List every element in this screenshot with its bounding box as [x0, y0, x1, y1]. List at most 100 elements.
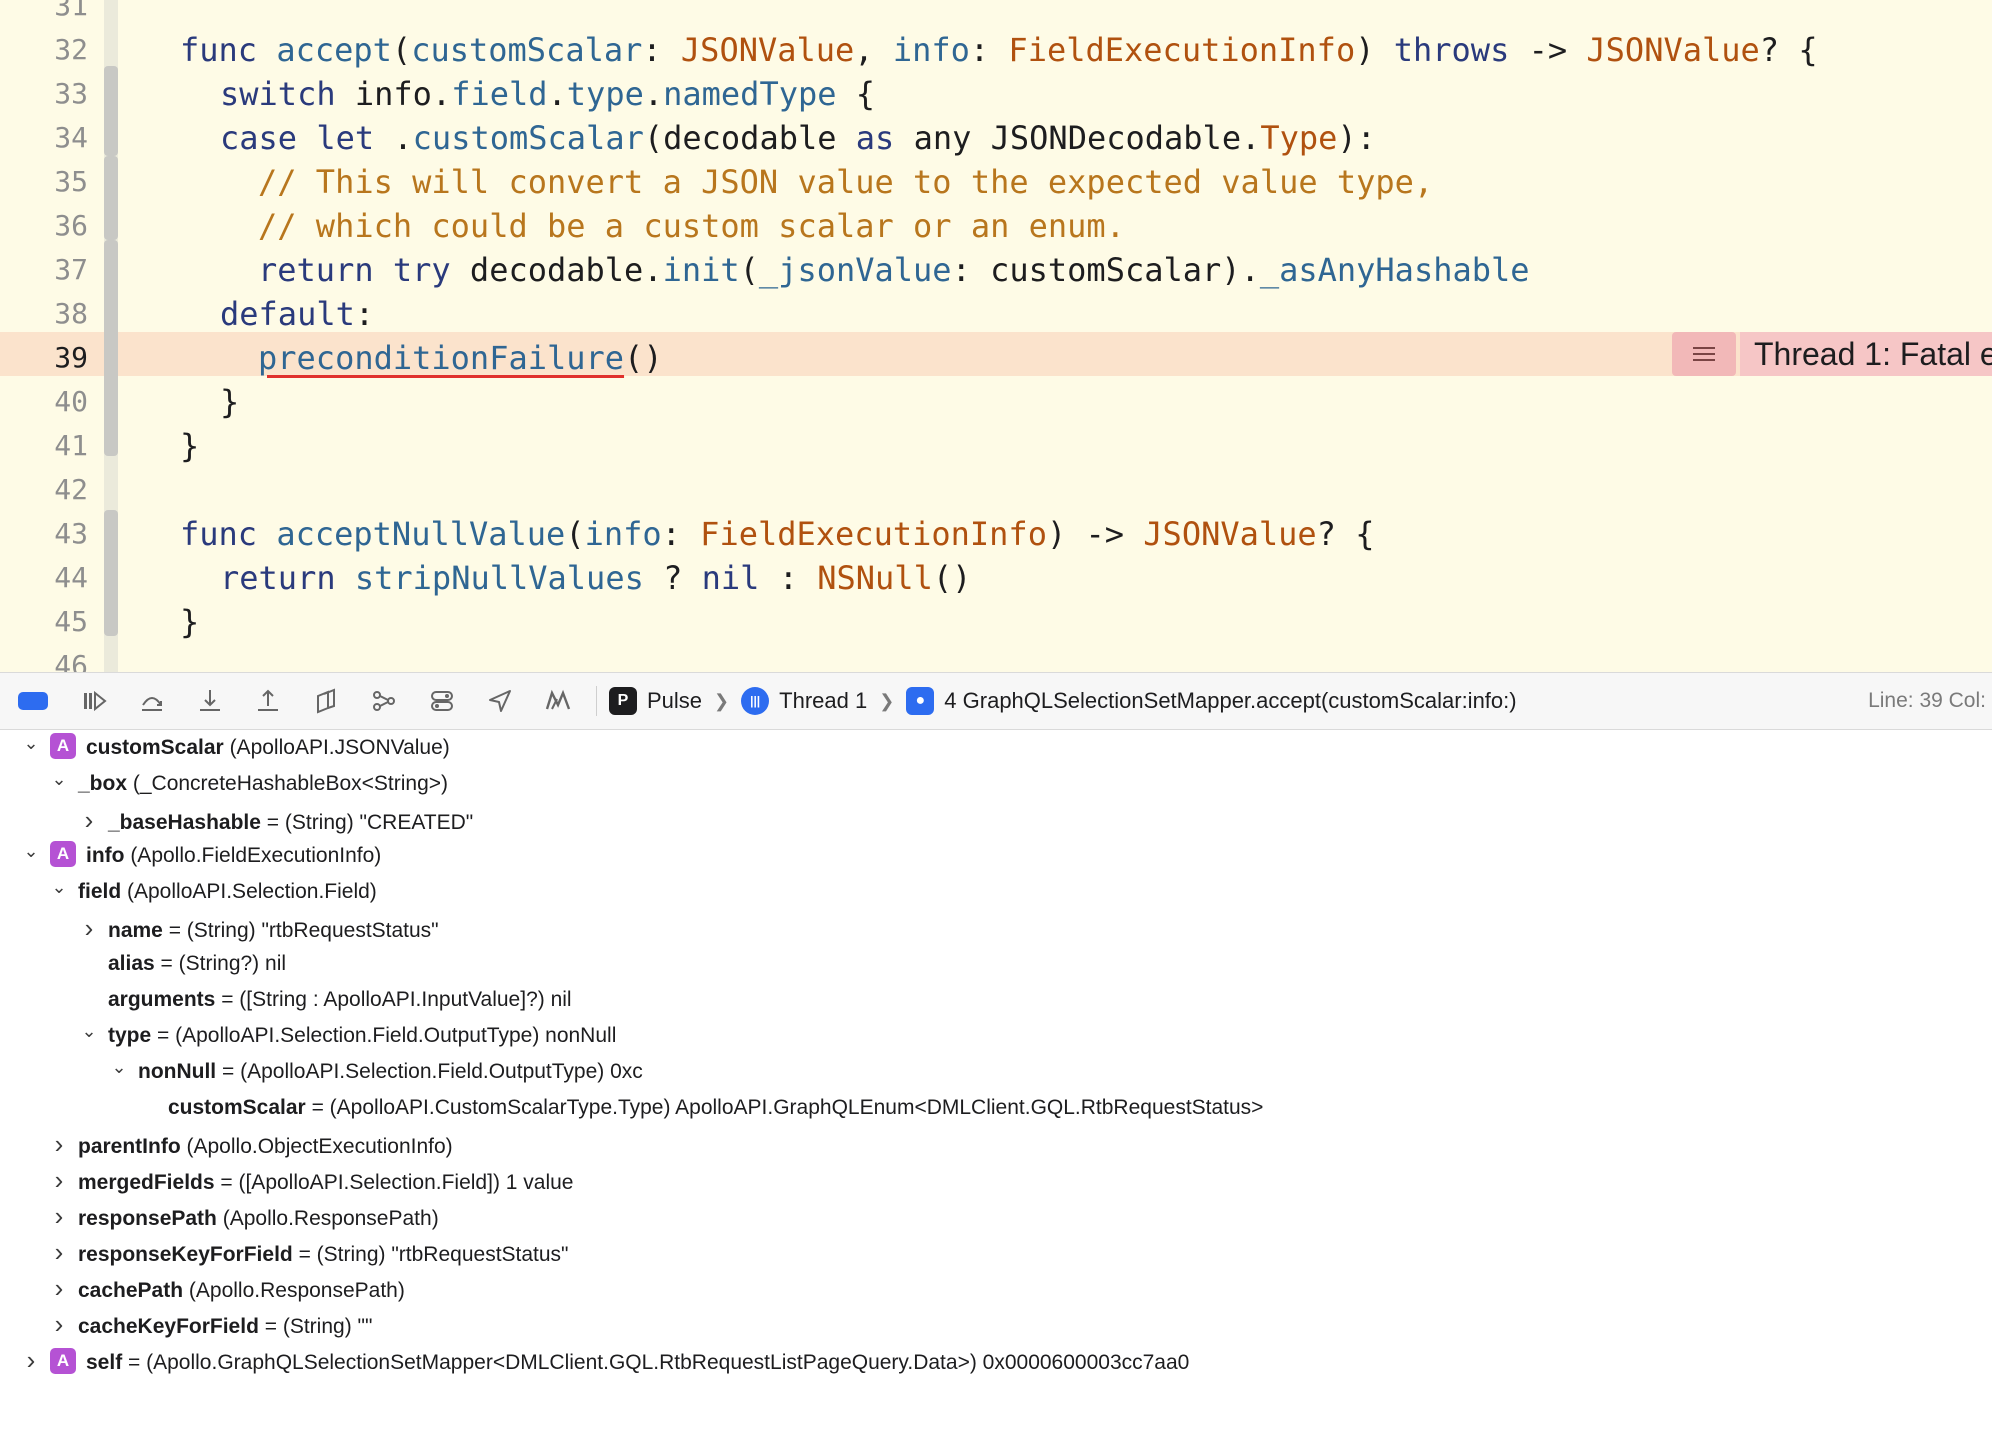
disclosure-closed-icon[interactable]: ›	[48, 1234, 70, 1270]
code-line[interactable]: return stripNullValues ? nil : NSNull()	[220, 556, 971, 600]
variable-row[interactable]: customScalar = (ApolloAPI.CustomScalarTy…	[138, 1090, 1263, 1126]
metal-debugger-button[interactable]	[542, 685, 574, 717]
variable-name: mergedFields	[78, 1171, 215, 1194]
breadcrumb-item[interactable]: P Pulse	[609, 687, 702, 715]
variable-row[interactable]: ⌄ Ainfo (Apollo.FieldExecutionInfo)	[20, 838, 381, 874]
code-token: init	[662, 251, 740, 289]
disclosure-closed-icon[interactable]: ›	[48, 1126, 70, 1162]
debug-view-hierarchy-button[interactable]	[310, 685, 342, 717]
line-number[interactable]: 31	[54, 0, 88, 28]
disclosure-closed-icon[interactable]: ›	[78, 802, 100, 838]
variable-row[interactable]: › cacheKeyForField = (String) ""	[48, 1306, 373, 1342]
variable-row[interactable]: arguments = ([String : ApolloAPI.InputVa…	[78, 982, 572, 1018]
disclosure-closed-icon[interactable]: ›	[48, 1270, 70, 1306]
line-number[interactable]: 39	[54, 336, 88, 380]
fold-marker[interactable]	[104, 240, 118, 456]
breadcrumb-item[interactable]: ● 4 GraphQLSelectionSetMapper.accept(cust…	[906, 687, 1517, 715]
step-out-button[interactable]	[252, 685, 284, 717]
disclosure-closed-icon[interactable]: ›	[48, 1162, 70, 1198]
variable-row[interactable]: › name = (String) "rtbRequestStatus"	[78, 910, 439, 946]
disclosure-open-icon[interactable]: ⌄	[48, 761, 70, 797]
variable-row[interactable]: › _baseHashable = (String) "CREATED"	[78, 802, 474, 838]
variable-type-value: (ApolloAPI.Selection.Field)	[121, 880, 377, 903]
breadcrumb-item[interactable]: ||| Thread 1	[741, 687, 867, 715]
simulate-location-button[interactable]	[484, 685, 516, 717]
line-number[interactable]: 32	[54, 28, 88, 72]
variable-name: responseKeyForField	[78, 1243, 293, 1266]
disclosure-open-icon[interactable]: ⌄	[20, 725, 42, 761]
fold-marker[interactable]	[104, 156, 118, 240]
variable-row[interactable]: ⌄ type = (ApolloAPI.Selection.Field.Outpu…	[78, 1018, 616, 1054]
variable-row[interactable]: ⌄ field (ApolloAPI.Selection.Field)	[48, 874, 377, 910]
line-number[interactable]: 40	[54, 380, 88, 424]
code-line[interactable]: return try decodable.init(_jsonValue: cu…	[258, 248, 1530, 292]
disclosure-closed-icon[interactable]: ›	[78, 910, 100, 946]
line-number[interactable]: 43	[54, 512, 88, 556]
disclosure-closed-icon[interactable]: ›	[48, 1198, 70, 1234]
code-token: }	[180, 427, 200, 465]
variable-row[interactable]: › mergedFields = ([ApolloAPI.Selection.Fi…	[48, 1162, 574, 1198]
line-number[interactable]: 35	[54, 160, 88, 204]
disclosure-closed-icon[interactable]: ›	[48, 1306, 70, 1342]
code-line[interactable]: func acceptNullValue(info: FieldExecutio…	[180, 512, 1374, 556]
line-number[interactable]: 44	[54, 556, 88, 600]
code-line[interactable]: default:	[220, 292, 374, 336]
code-editor[interactable]: 31 32 33 34 35 36 37 38 39 40 41 42 43 44 45 46 func ac…	[0, 0, 1992, 672]
variable-row[interactable]: ⌄ _box (_ConcreteHashableBox<String>)	[48, 766, 448, 802]
variable-row[interactable]: ⌄ AcustomScalar (ApolloAPI.JSONValue)	[20, 730, 450, 766]
line-number[interactable]: 46	[54, 644, 88, 672]
line-number[interactable]: 42	[54, 468, 88, 512]
line-number[interactable]: 36	[54, 204, 88, 248]
variable-row[interactable]: › responsePath (Apollo.ResponsePath)	[48, 1198, 439, 1234]
variable-name: arguments	[108, 988, 216, 1011]
environment-overrides-button[interactable]	[426, 685, 458, 717]
code-line[interactable]: }	[180, 600, 199, 644]
code-token: ()	[624, 339, 663, 377]
variable-row[interactable]: › responseKeyForField = (String) "rtbRequ…	[48, 1234, 569, 1270]
line-number[interactable]: 34	[54, 116, 88, 160]
code-token: customScalar	[411, 31, 643, 69]
step-into-icon	[200, 690, 220, 711]
disclosure-closed-icon[interactable]: ›	[20, 1342, 42, 1378]
code-line[interactable]: }	[220, 380, 239, 424]
code-token: .	[643, 75, 664, 113]
continue-button[interactable]	[78, 685, 110, 717]
variable-row[interactable]: alias = (String?) nil	[78, 946, 286, 982]
variable-row[interactable]: › cachePath (Apollo.ResponsePath)	[48, 1270, 405, 1306]
variable-row[interactable]: ⌄ nonNull = (ApolloAPI.Selection.Field.Ou…	[108, 1054, 642, 1090]
code-token: throws	[1393, 31, 1510, 69]
argument-badge-icon: A	[50, 1348, 76, 1375]
variable-row[interactable]: › parentInfo (Apollo.ObjectExecutionInfo)	[48, 1126, 453, 1162]
line-number-gutter[interactable]: 31 32 33 34 35 36 37 38 39 40 41 42 43 44 45 46	[0, 0, 104, 672]
disclosure-open-icon[interactable]: ⌄	[108, 1049, 130, 1085]
disclosure-open-icon[interactable]: ⌄	[48, 869, 70, 905]
code-token: ,	[854, 31, 893, 69]
breakpoints-toggle[interactable]	[18, 692, 48, 710]
issue-list-icon[interactable]	[1672, 332, 1736, 376]
code-line[interactable]: switch info.field.type.namedType {	[220, 72, 875, 116]
fold-marker[interactable]	[104, 510, 118, 636]
step-over-button[interactable]	[136, 685, 168, 717]
code-line[interactable]: func accept(customScalar: JSONValue, inf…	[180, 28, 1818, 72]
code-line[interactable]: // which could be a custom scalar or an …	[258, 204, 1125, 248]
variable-type-value: = (String?) nil	[154, 952, 287, 975]
code-line[interactable]: case let .customScalar(decodable as any …	[220, 116, 1376, 160]
line-number[interactable]: 38	[54, 292, 88, 336]
variable-name: field	[78, 880, 122, 903]
runtime-error-annotation[interactable]: Thread 1: Fatal e	[1740, 332, 1992, 376]
code-line[interactable]: preconditionFailure()	[258, 336, 663, 380]
variable-name: self	[86, 1351, 123, 1374]
line-number[interactable]: 45	[54, 600, 88, 644]
line-number[interactable]: 41	[54, 424, 88, 468]
line-number[interactable]: 33	[54, 72, 88, 116]
disclosure-open-icon[interactable]: ⌄	[20, 833, 42, 869]
fold-marker[interactable]	[104, 66, 118, 156]
variable-row[interactable]: › Aself = (Apollo.GraphQLSelectionSetMapp…	[20, 1342, 1190, 1378]
step-into-button[interactable]	[194, 685, 226, 717]
debug-memory-graph-button[interactable]	[368, 685, 400, 717]
code-token: ->	[1509, 31, 1587, 69]
code-line[interactable]: }	[180, 424, 199, 468]
line-number[interactable]: 37	[54, 248, 88, 292]
code-line[interactable]: // This will convert a JSON value to the…	[258, 160, 1433, 204]
disclosure-open-icon[interactable]: ⌄	[78, 1013, 100, 1049]
